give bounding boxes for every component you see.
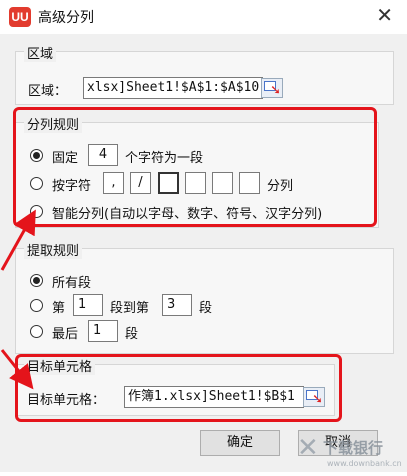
watermark-logo-icon: ✕	[297, 434, 319, 463]
arrow-to-target-cell	[0, 349, 34, 390]
site-watermark: ✕ 下载银行 www.downbank.cn	[281, 433, 407, 472]
arrow-to-split-rules	[0, 209, 36, 271]
annotation-arrows	[0, 209, 36, 390]
watermark-name: 下载银行	[323, 439, 383, 457]
watermark-url: www.downbank.cn	[327, 459, 402, 468]
